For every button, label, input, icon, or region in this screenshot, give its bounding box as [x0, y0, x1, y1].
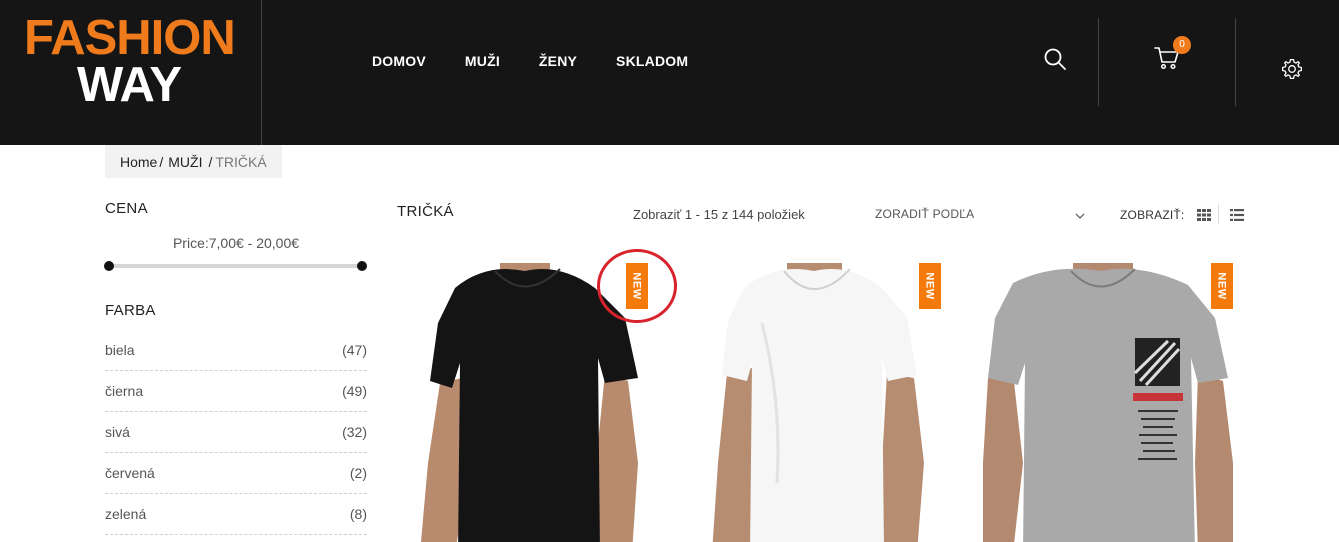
cart-count-badge[interactable]: 0	[1173, 36, 1191, 54]
product-shirt	[988, 268, 1228, 542]
header-divider	[1235, 18, 1236, 106]
color-name: sivá	[105, 424, 130, 440]
price-range-label: Price:7,00€ - 20,00€	[172, 235, 300, 251]
price-filter-title: CENA	[105, 200, 148, 217]
breadcrumb-category[interactable]: MUŽI	[168, 154, 202, 170]
product-card[interactable]	[692, 263, 942, 542]
sort-dropdown[interactable]: ZORADIŤ PODĽA	[875, 207, 1087, 221]
nav-item-domov[interactable]: DOMOV	[372, 53, 426, 69]
color-filter-title: FARBA	[105, 302, 156, 319]
breadcrumb-separator: /	[208, 153, 213, 170]
logo-line-2: WAY	[77, 58, 182, 112]
color-name: čierna	[105, 383, 144, 399]
new-badge: NEW	[1211, 263, 1233, 309]
chevron-down-icon[interactable]	[1074, 210, 1086, 222]
color-filter-list: biela (47) čierna (49) sivá (32) červená (2)…	[105, 330, 367, 535]
color-count: (49)	[342, 383, 367, 399]
search-icon[interactable]	[1043, 47, 1067, 71]
color-filter-item[interactable]: biela (47)	[105, 330, 367, 371]
main-nav: DOMOV MUŽI ŽENY SKLADOM	[372, 53, 727, 69]
print-text-lines	[1138, 410, 1178, 460]
product-skin	[882, 373, 924, 542]
print-red-text	[1133, 393, 1183, 401]
product-image[interactable]	[983, 263, 1233, 542]
product-card[interactable]	[983, 263, 1233, 542]
new-badge-label: NEW	[924, 272, 937, 300]
price-slider-max-handle[interactable]	[357, 261, 367, 271]
color-name: zelená	[105, 506, 147, 522]
color-filter-item[interactable]: zelená (8)	[105, 494, 367, 535]
header-divider	[1098, 18, 1099, 106]
view-divider	[1218, 204, 1219, 224]
color-filter-item[interactable]: čierna (49)	[105, 371, 367, 412]
color-name: biela	[105, 342, 135, 358]
color-count: (47)	[342, 342, 367, 358]
color-count: (32)	[342, 424, 367, 440]
product-skin	[983, 373, 1023, 542]
new-badge: NEW	[919, 263, 941, 309]
annotation-circle	[597, 249, 677, 323]
list-view-icon[interactable]	[1230, 209, 1244, 221]
price-slider-min-handle[interactable]	[104, 261, 114, 271]
nav-item-skladom[interactable]: SKLADOM	[616, 53, 688, 69]
breadcrumb-home[interactable]: Home	[120, 154, 157, 170]
new-badge-label: NEW	[1216, 272, 1229, 300]
logo-line-1: FASHION	[24, 11, 236, 65]
color-filter-item[interactable]: červená (2)	[105, 453, 367, 494]
product-skin	[1195, 373, 1233, 542]
logo[interactable]: FASHION WAY	[0, 0, 262, 145]
breadcrumb-separator: /	[159, 153, 164, 170]
price-slider[interactable]	[104, 261, 367, 271]
breadcrumb-current: TRIČKÁ	[215, 153, 267, 170]
site-header: FASHION WAY DOMOV MUŽI ŽENY SKLADOM 0	[0, 0, 1339, 145]
color-filter-item[interactable]: sivá (32)	[105, 412, 367, 453]
result-count: Zobraziť 1 - 15 z 144 položiek	[633, 207, 805, 222]
color-count: (8)	[349, 506, 367, 522]
view-mode-label: ZOBRAZIŤ:	[1120, 208, 1185, 222]
category-title: TRIČKÁ	[397, 203, 454, 220]
color-count: (2)	[349, 465, 367, 481]
nav-item-muzi[interactable]: MUŽI	[465, 53, 500, 69]
breadcrumb: Home / MUŽI / TRIČKÁ	[105, 145, 282, 178]
filter-sidebar: CENA Price:7,00€ - 20,00€ FARBA biela (47…	[104, 200, 367, 535]
gear-icon[interactable]	[1281, 58, 1303, 80]
nav-item-zeny[interactable]: ŽENY	[539, 53, 577, 69]
color-name: červená	[105, 465, 155, 481]
product-image[interactable]	[692, 263, 942, 542]
product-skin	[596, 373, 638, 542]
grid-view-icon[interactable]	[1197, 209, 1211, 221]
